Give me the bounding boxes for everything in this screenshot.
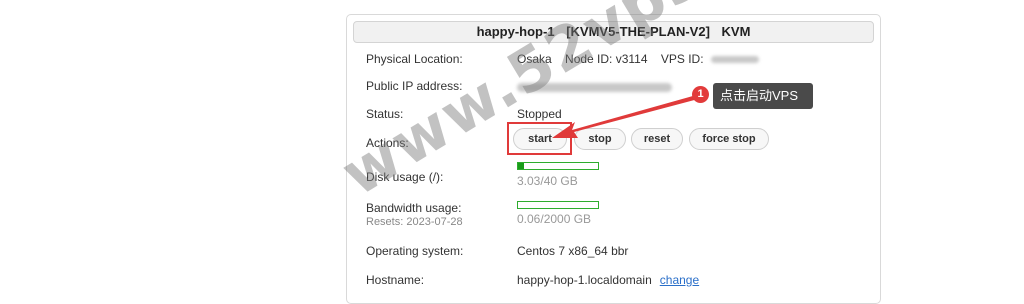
redacted-ip-address <box>517 83 672 93</box>
disk-usage-bar <box>517 162 599 170</box>
stop-button[interactable]: stop <box>574 128 626 150</box>
bandwidth-resets-text: Resets: 2023-07-28 <box>366 216 463 228</box>
vps-name: happy-hop-1 <box>476 24 555 39</box>
hostname-value: happy-hop-1.localdomain change <box>517 273 699 287</box>
reset-button[interactable]: reset <box>631 128 683 150</box>
bandwidth-usage-bar <box>517 201 599 209</box>
vps-details-panel: happy-hop-1 [KVMV5-THE-PLAN-V2] KVM Phys… <box>346 14 881 304</box>
redacted-vps-id <box>710 56 759 64</box>
disk-usage-text: 3.03/40 GB <box>517 174 578 188</box>
node-id-text: Node ID: v3114 <box>565 52 648 66</box>
step-number-badge: 1 <box>692 86 709 103</box>
vps-virt-type: KVM <box>721 24 751 39</box>
os-value: Centos 7 x86_64 bbr <box>517 244 629 258</box>
hostname-label: Hostname: <box>366 273 425 287</box>
vps-plan: [KVMV5-THE-PLAN-V2] <box>566 24 710 39</box>
status-label: Status: <box>366 107 404 121</box>
disk-usage-fill <box>518 163 525 169</box>
public-ip-value <box>517 79 672 93</box>
force-stop-button[interactable]: force stop <box>689 128 769 150</box>
vps-id-text: VPS ID: <box>660 52 704 66</box>
disk-usage-label: Disk usage (/): <box>366 170 444 184</box>
bandwidth-usage-label: Bandwidth usage: <box>366 201 462 215</box>
public-ip-label: Public IP address: <box>366 79 463 93</box>
physical-location-value: Osaka Node ID: v3114 VPS ID: <box>517 52 759 66</box>
change-hostname-link[interactable]: change <box>660 273 699 287</box>
os-label: Operating system: <box>366 244 464 258</box>
start-button-highlight <box>507 122 572 155</box>
annotation-callout: 1 点击启动VPS <box>690 83 813 109</box>
hostname-text: happy-hop-1.localdomain <box>517 273 652 287</box>
actions-label: Actions: <box>366 136 409 150</box>
bandwidth-usage-text: 0.06/2000 GB <box>517 212 592 226</box>
status-value: Stopped <box>517 107 562 121</box>
annotation-tooltip: 点击启动VPS <box>713 83 813 109</box>
physical-location-label: Physical Location: <box>366 52 463 66</box>
vps-title-bar: happy-hop-1 [KVMV5-THE-PLAN-V2] KVM <box>353 21 874 43</box>
location-text: Osaka <box>517 52 552 66</box>
